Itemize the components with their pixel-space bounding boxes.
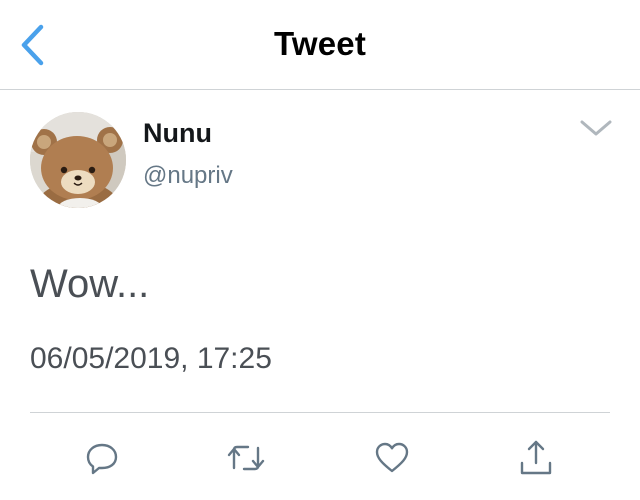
retweet-icon [227, 445, 265, 471]
teddy-bear-avatar-image [30, 112, 126, 208]
tweet-text: Wow... [30, 262, 150, 306]
heart-icon [375, 442, 409, 473]
divider [30, 412, 610, 413]
retweet-button[interactable] [224, 436, 268, 480]
tweet-menu-button[interactable] [574, 110, 618, 146]
author-handle[interactable]: @nupriv [143, 162, 233, 190]
tweet-timestamp: 06/05/2019, 17:25 [30, 342, 272, 375]
share-button[interactable] [514, 436, 558, 480]
avatar[interactable] [30, 112, 126, 208]
tweet-detail-screen: Tweet Nunu @nupriv Wow... 06/05/2019, 17… [0, 0, 640, 500]
share-icon [520, 440, 552, 475]
reply-icon [86, 443, 118, 475]
reply-button[interactable] [80, 436, 124, 480]
chevron-down-icon [580, 120, 612, 136]
author-name[interactable]: Nunu [143, 118, 212, 149]
page-title: Tweet [273, 25, 367, 62]
like-button[interactable] [370, 436, 414, 480]
navigation-header: Tweet [0, 0, 640, 90]
